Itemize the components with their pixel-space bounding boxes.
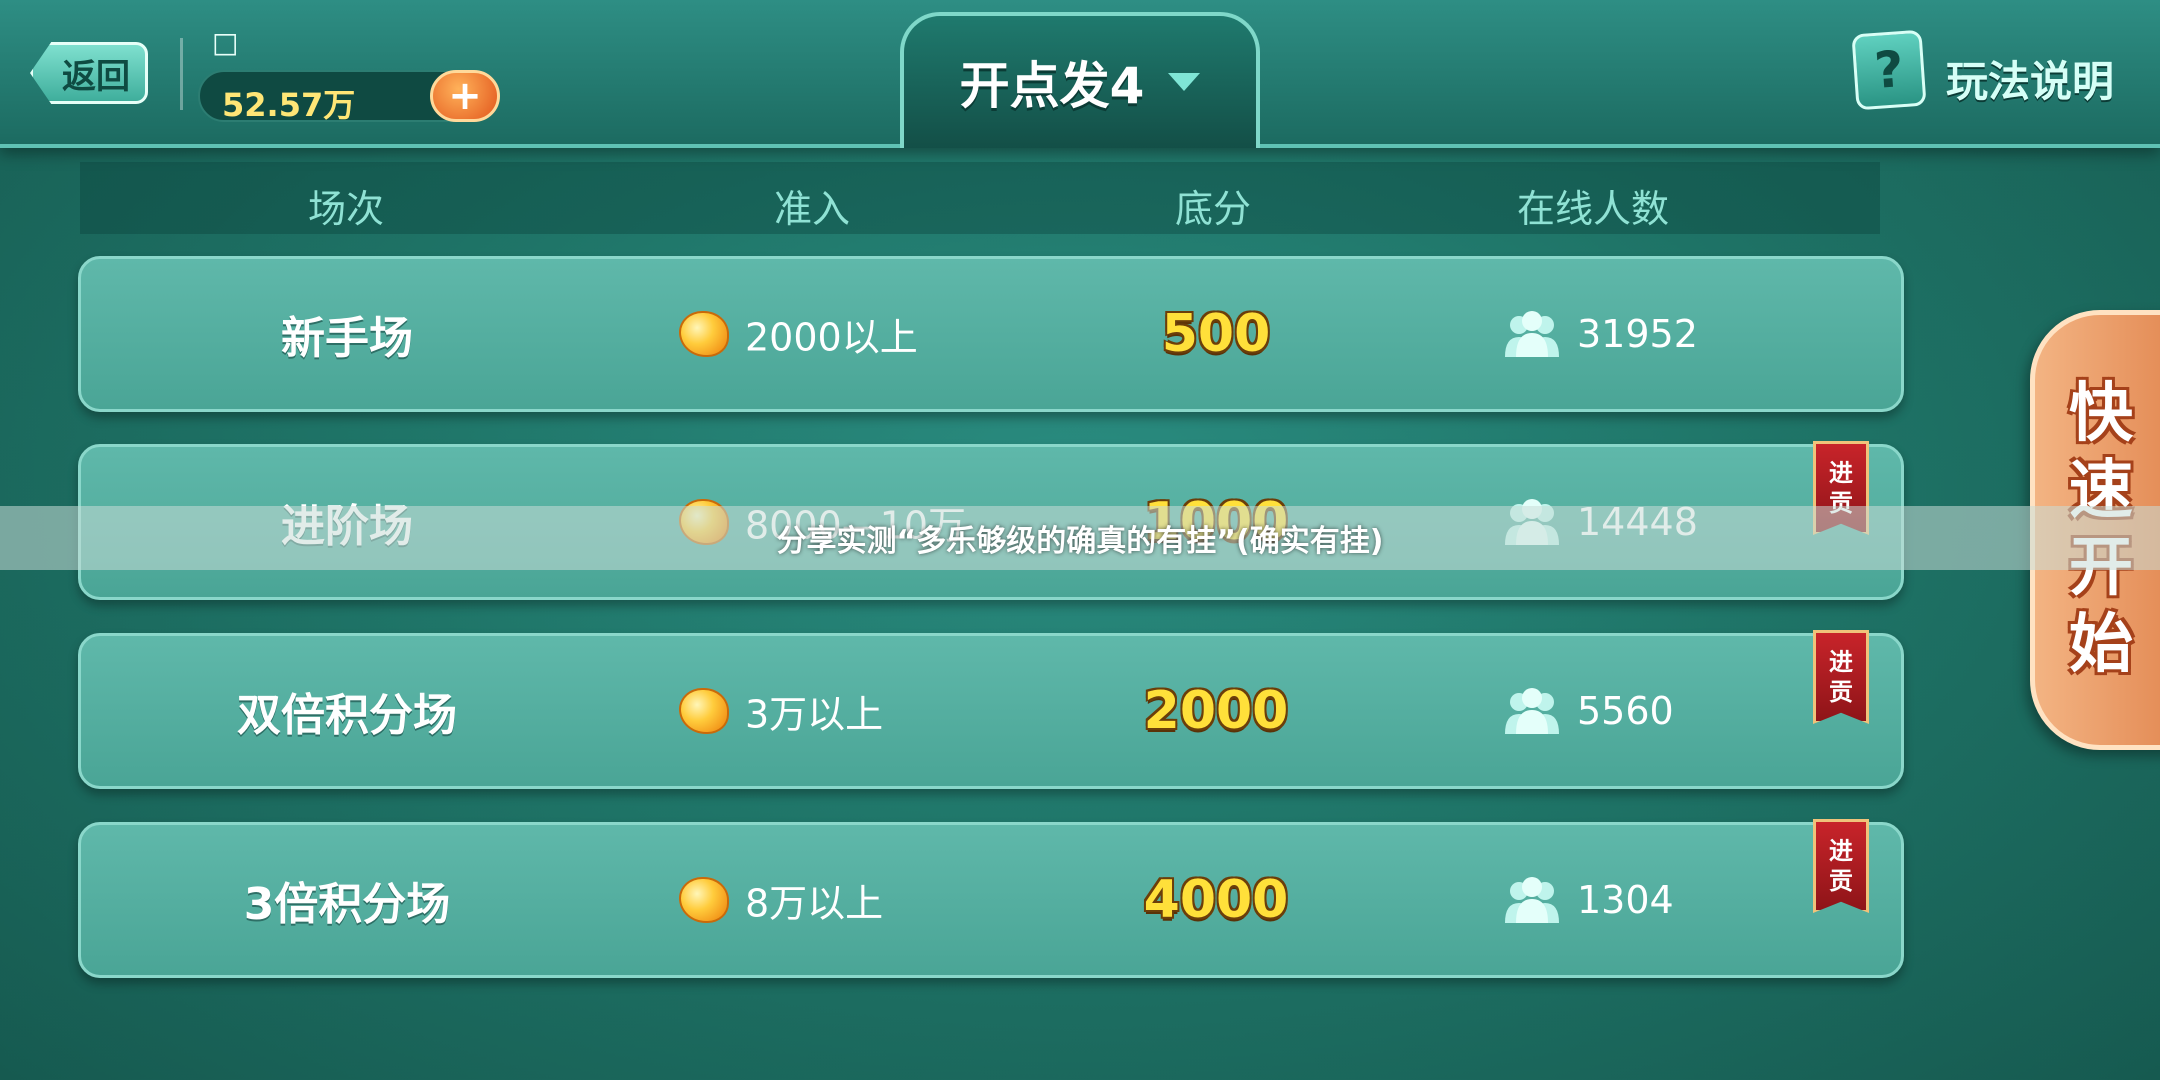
plus-icon: + (448, 73, 482, 119)
room-row[interactable]: 3倍积分场 8万以上 4000 1304 进贡 (78, 819, 1904, 978)
people-icon (1505, 311, 1559, 357)
people-icon (1505, 688, 1559, 734)
gem-icon (679, 311, 729, 357)
room-name: 新手场 (281, 313, 413, 364)
entry-requirement: 2000以上 (745, 315, 918, 360)
tribute-badge: 进贡 (1813, 819, 1869, 913)
entry-requirement: 8万以上 (745, 881, 884, 926)
base-score: 500 (1161, 304, 1271, 364)
room-name: 双倍积分场 (237, 690, 457, 741)
tribute-label-bottom: 贡 (1829, 678, 1853, 706)
entry-requirement: 3万以上 (745, 692, 884, 737)
column-header-online: 在线人数 (1516, 187, 1670, 231)
topbar-divider (180, 38, 183, 110)
help-button-label[interactable]: 玩法说明 (1946, 48, 2114, 109)
top-bar: 返回 □ 52.57万 + 开点发4 ? 玩法说明 (0, 0, 2160, 148)
overlay-text: 分享实测“多乐够级的确真的有挂”(确实有挂) (776, 524, 1384, 559)
tribute-label-top: 进 (1829, 837, 1853, 865)
add-coins-button[interactable]: + (430, 70, 500, 122)
column-header-entry: 准入 (773, 187, 851, 231)
online-count: 1304 (1577, 878, 1674, 922)
room-name: 3倍积分场 (243, 879, 451, 930)
quick-start-char: 始 (2069, 607, 2133, 682)
online-count: 5560 (1577, 689, 1674, 733)
tribute-badge: 进贡 (1813, 630, 1869, 724)
people-icon (1505, 877, 1559, 923)
column-headers: 场次 准入 底分 在线人数 (80, 162, 1880, 234)
back-button-label: 返回 (62, 56, 130, 97)
game-mode-title: 开点发4 (959, 57, 1145, 115)
base-score: 2000 (1143, 681, 1289, 741)
tribute-label-bottom: 贡 (1829, 867, 1853, 895)
quick-start-char: 快 (2069, 377, 2133, 452)
gem-icon (679, 877, 729, 923)
chevron-down-icon (1168, 73, 1201, 91)
question-mark: ? (1872, 40, 1906, 100)
room-row[interactable]: 新手场 2000以上 500 31952 (78, 256, 1904, 412)
tribute-label-top: 进 (1829, 648, 1853, 676)
coin-amount: 52.57万 (222, 86, 356, 124)
coin-balance: 52.57万 + (198, 70, 500, 124)
game-mode-selector[interactable]: 开点发4 (900, 12, 1260, 148)
tribute-label-top: 进 (1829, 459, 1853, 487)
room-row[interactable]: 双倍积分场 3万以上 2000 5560 进贡 (78, 630, 1904, 789)
player-name: □ (212, 26, 239, 59)
overlay-banner: 分享实测“多乐够级的确真的有挂”(确实有挂) (0, 506, 2160, 570)
base-score: 4000 (1143, 870, 1289, 930)
help-icon[interactable]: ? (1851, 29, 1927, 111)
online-count: 31952 (1577, 312, 1698, 356)
column-header-room: 场次 (307, 187, 385, 231)
gem-icon (679, 688, 729, 734)
back-button[interactable]: 返回 (30, 42, 148, 104)
column-header-base-score: 底分 (1174, 187, 1252, 231)
